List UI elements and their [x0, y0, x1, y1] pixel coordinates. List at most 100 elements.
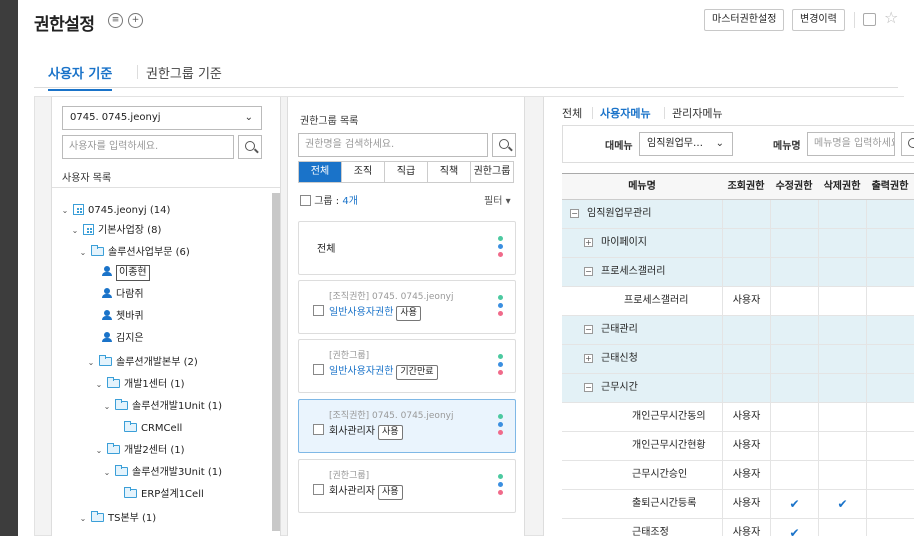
chevron-down-icon[interactable]: ⌄	[78, 509, 88, 529]
group-card-all[interactable]: 전체	[298, 221, 516, 275]
grid-row[interactable]: − 근무시간	[562, 374, 914, 403]
col-view[interactable]: 조회권한	[722, 174, 770, 200]
select-all-checkbox[interactable]	[300, 195, 311, 206]
account-select[interactable]: 0745. 0745.jeonyj ⌄	[62, 106, 262, 130]
perm-cell-view[interactable]: 사용자	[722, 461, 770, 489]
tree-node-user-selected[interactable]: 이종현	[102, 263, 150, 283]
add-circle-icon[interactable]: +	[128, 13, 143, 28]
perm-cell-print[interactable]	[866, 200, 914, 228]
tree-node-dept[interactable]: ⌄ 솔루션개발본부 (2)	[86, 353, 198, 373]
segment-position[interactable]: 직책	[427, 162, 470, 182]
collapse-icon[interactable]: −	[584, 267, 593, 276]
tree-node-dept[interactable]: ⌄ 솔루션개발1Unit (1)	[102, 397, 222, 417]
card-checkbox[interactable]	[313, 484, 324, 495]
grid-row[interactable]: 프로세스갤러리 사용자	[562, 287, 914, 316]
chevron-down-icon[interactable]: ⌄	[102, 463, 112, 483]
collapse-icon[interactable]: −	[584, 383, 593, 392]
rtab-user-menu[interactable]: 사용자메뉴	[600, 105, 651, 121]
big-menu-select[interactable]: 임직원업무… ⌄	[639, 132, 733, 156]
tree-node-dept[interactable]: ⌄ 솔루션사업부문 (6)	[78, 243, 190, 263]
menu-search-button[interactable]	[901, 132, 914, 156]
chevron-down-icon[interactable]: ⌄	[70, 221, 80, 241]
perm-cell-del[interactable]	[818, 287, 866, 315]
perm-cell-print[interactable]	[866, 345, 914, 373]
master-permission-button[interactable]: 마스터권한설정	[704, 9, 785, 31]
rtab-admin-menu[interactable]: 관리자메뉴	[672, 105, 723, 121]
perm-cell-del[interactable]: ✔	[818, 490, 866, 518]
tree-node-dept[interactable]: CRMCell	[124, 419, 182, 439]
rtab-all[interactable]: 전체	[562, 105, 582, 121]
perm-cell-view[interactable]: 사용자	[722, 490, 770, 518]
group-card[interactable]: [조직권한] 0745. 0745.jeonyj 일반사용자권한 사용	[298, 280, 516, 334]
tree-node-user[interactable]: 김지은	[102, 329, 144, 349]
tree-node-dept[interactable]: ⌄ 개발1센터 (1)	[94, 375, 185, 395]
grid-row[interactable]: + 마이페이지	[562, 229, 914, 258]
grid-row[interactable]: − 근태관리	[562, 316, 914, 345]
collapse-icon[interactable]: −	[584, 325, 593, 334]
perm-cell-del[interactable]	[818, 200, 866, 228]
perm-cell-view[interactable]	[722, 345, 770, 373]
filter-dropdown[interactable]: 필터 ▾	[484, 192, 511, 207]
segment-all[interactable]: 전체	[299, 162, 341, 182]
perm-cell-print[interactable]	[866, 403, 914, 431]
grid-row[interactable]: 개인근무시간현황 사용자	[562, 432, 914, 461]
tab-user-based[interactable]: 사용자 기준	[48, 63, 113, 91]
perm-cell-del[interactable]	[818, 403, 866, 431]
grid-row[interactable]: 근태조정 사용자 ✔	[562, 519, 914, 536]
perm-cell-edit[interactable]	[770, 200, 818, 228]
perm-cell-edit[interactable]	[770, 374, 818, 402]
perm-cell-view[interactable]	[722, 229, 770, 257]
user-search-input[interactable]: 사용자를 입력하세요.	[62, 135, 234, 159]
perm-cell-view[interactable]	[722, 316, 770, 344]
perm-cell-edit[interactable]	[770, 403, 818, 431]
group-card[interactable]: [권한그룹] 회사관리자 사용	[298, 459, 516, 513]
expand-icon[interactable]: +	[584, 238, 593, 247]
group-card[interactable]: [권한그룹] 일반사용자권한 기간만료	[298, 339, 516, 393]
col-edit[interactable]: 수정권한	[770, 174, 818, 200]
chevron-down-icon[interactable]: ⌄	[86, 353, 96, 373]
perm-cell-view[interactable]: 사용자	[722, 432, 770, 460]
perm-cell-edit[interactable]	[770, 229, 818, 257]
perm-cell-view[interactable]: 사용자	[722, 287, 770, 315]
tree-node-site[interactable]: ⌄ 기본사업장 (8)	[70, 221, 161, 241]
grid-row[interactable]: 근무시간승인 사용자	[562, 461, 914, 490]
menu-list-icon[interactable]: ≡	[108, 13, 123, 28]
perm-cell-view[interactable]: 사용자	[722, 519, 770, 536]
perm-cell-view[interactable]	[722, 374, 770, 402]
group-search-button[interactable]	[492, 133, 516, 157]
grid-row[interactable]: − 임직원업무관리	[562, 200, 914, 229]
tree-node-dept[interactable]: ERP설계1Cell	[124, 485, 204, 505]
perm-cell-view[interactable]	[722, 258, 770, 286]
perm-cell-print[interactable]	[866, 287, 914, 315]
perm-cell-del[interactable]	[818, 461, 866, 489]
tree-node-dept[interactable]: ⌄ 솔루션개발3Unit (1)	[102, 463, 222, 483]
change-history-button[interactable]: 변경이력	[792, 9, 845, 31]
perm-cell-edit[interactable]	[770, 461, 818, 489]
favorite-star-icon[interactable]: ☆	[884, 8, 898, 28]
perm-cell-print[interactable]	[866, 316, 914, 344]
perm-cell-print[interactable]	[866, 374, 914, 402]
perm-cell-del[interactable]	[818, 519, 866, 536]
card-checkbox[interactable]	[313, 424, 324, 435]
perm-cell-print[interactable]	[866, 490, 914, 518]
chevron-down-icon[interactable]: ⌄	[94, 441, 104, 461]
chevron-down-icon[interactable]: ⌄	[60, 201, 70, 221]
perm-cell-edit[interactable]	[770, 432, 818, 460]
grid-row[interactable]: − 프로세스갤러리	[562, 258, 914, 287]
perm-cell-print[interactable]	[866, 229, 914, 257]
tree-node-user[interactable]: 다람쥐	[102, 285, 144, 305]
perm-cell-print[interactable]	[866, 432, 914, 460]
perm-cell-edit[interactable]: ✔	[770, 519, 818, 536]
perm-cell-edit[interactable]	[770, 345, 818, 373]
menu-name-input[interactable]: 메뉴명을 입력하세요	[807, 132, 895, 156]
group-card-selected[interactable]: [조직권한] 0745. 0745.jeonyj 회사관리자 사용	[298, 399, 516, 453]
perm-cell-edit[interactable]: ✔	[770, 490, 818, 518]
perm-cell-view[interactable]	[722, 200, 770, 228]
perm-cell-del[interactable]	[818, 345, 866, 373]
segment-group[interactable]: 권한그룹	[470, 162, 513, 182]
tree-node-dept[interactable]: ⌄ 개발2센터 (1)	[94, 441, 185, 461]
tree-node-user[interactable]: 쳇바퀴	[102, 307, 144, 327]
perm-cell-del[interactable]	[818, 374, 866, 402]
col-menu-name[interactable]: 메뉴명	[562, 174, 722, 200]
perm-cell-del[interactable]	[818, 316, 866, 344]
